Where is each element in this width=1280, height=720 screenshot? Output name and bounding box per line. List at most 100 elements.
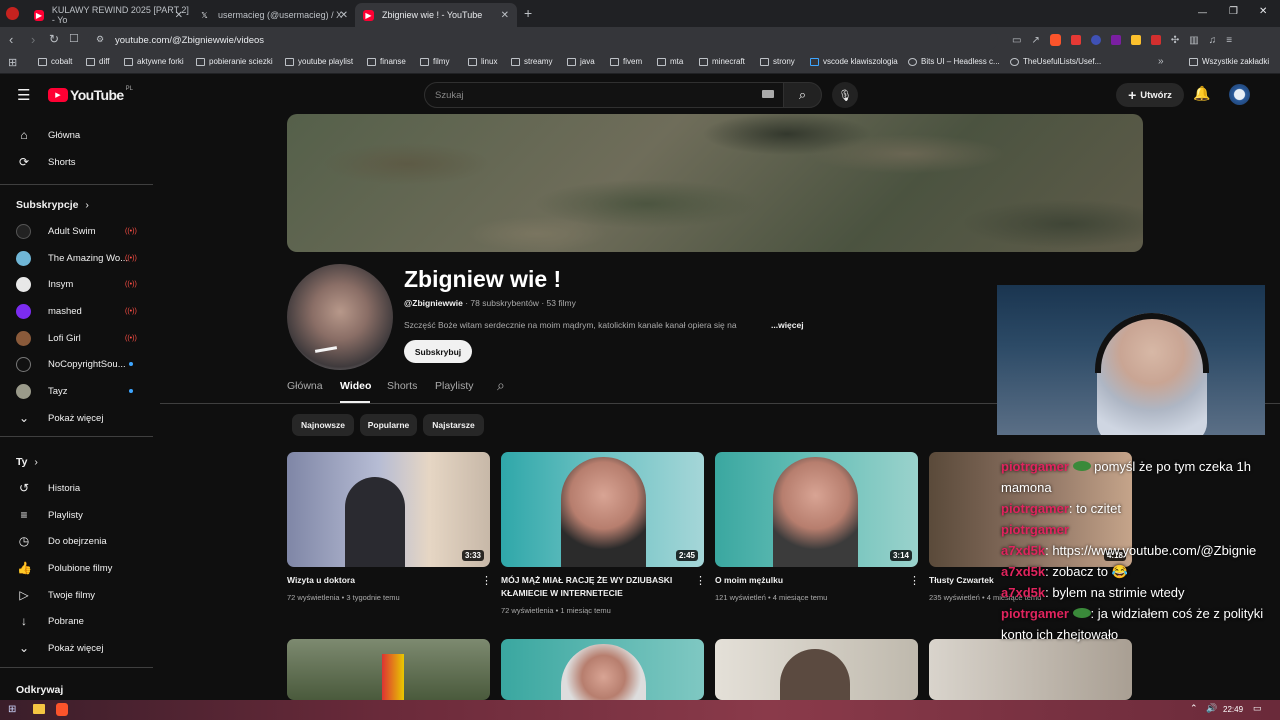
sidebar-item-history[interactable]: ↺ Historia	[0, 475, 153, 501]
more-bookmarks-icon[interactable]: »	[1158, 56, 1164, 67]
volume-icon[interactable]: 🔊	[1206, 703, 1217, 714]
browser-tab[interactable]: ▶ KULAWY REWIND 2025 [PART 2] - Yo ✕	[26, 3, 191, 27]
sidebar-item-your-videos[interactable]: ▷ Twoje filmy	[0, 582, 153, 608]
browser-tab[interactable]: 𝕏 usermacieg (@usermacieg) / X ✕	[191, 3, 356, 27]
new-tab-button[interactable]: +	[524, 5, 532, 21]
account-avatar[interactable]	[1229, 84, 1250, 105]
video-thumbnail[interactable]: 2:45	[501, 452, 704, 567]
bookmark-folder[interactable]: java	[567, 57, 595, 66]
show-more-subscriptions[interactable]: ⌄ Pokaż więcej	[0, 405, 153, 431]
bookmark-item[interactable]: aktywne forki	[124, 57, 184, 66]
subscription-item[interactable]: The Amazing Wo... ((•))	[0, 245, 153, 271]
sidebar-item-watch-later[interactable]: ◷ Do obejrzenia	[0, 528, 153, 554]
sidebar-icon[interactable]: ▥	[1189, 35, 1198, 46]
create-button[interactable]: + Utwórz	[1116, 83, 1184, 107]
youtube-logo[interactable]: ▶ YouTube PL	[48, 86, 133, 103]
bookmark-item[interactable]: Bits UI – Headless c...	[908, 57, 1000, 66]
video-title[interactable]: O moim mężulku	[715, 574, 895, 587]
video-thumbnail[interactable]	[715, 639, 918, 700]
tab-videos[interactable]: Wideo	[340, 380, 371, 392]
tab-shorts[interactable]: Shorts	[387, 380, 417, 392]
video-thumbnail[interactable]: 3:33	[287, 452, 490, 567]
more-actions-icon[interactable]: ⋮	[481, 574, 492, 587]
clock[interactable]: 22:49	[1223, 705, 1243, 714]
bookmark-item[interactable]: TheUsefulLists/Usef...	[1010, 57, 1101, 66]
tray-chevron-icon[interactable]: ⌃	[1190, 703, 1198, 714]
hamburger-menu-icon[interactable]: ☰	[17, 86, 30, 104]
bookmark-item[interactable]: pobieranie sciezki	[196, 57, 273, 66]
keyboard-icon[interactable]	[762, 90, 774, 98]
bookmark-item[interactable]: cobalt	[38, 57, 72, 66]
browser-profile-icon[interactable]	[6, 7, 19, 20]
more-actions-icon[interactable]: ⋮	[695, 574, 706, 587]
cast-icon[interactable]: ▭	[1012, 35, 1021, 46]
subscription-item[interactable]: Lofi Girl ((•))	[0, 325, 153, 351]
voice-search-button[interactable]: 🎙	[832, 82, 858, 108]
browser-tab-active[interactable]: ▶ Zbigniew wie ! - YouTube ✕	[355, 3, 517, 27]
extension-icon[interactable]	[1110, 35, 1121, 45]
chip-newest[interactable]: Najnowsze	[292, 414, 354, 436]
subscriptions-header[interactable]: Subskrypcje ›	[16, 199, 89, 211]
share-icon[interactable]: ↗	[1031, 35, 1039, 46]
subscription-item[interactable]: mashed ((•))	[0, 298, 153, 324]
extension-icon[interactable]	[1150, 35, 1161, 45]
back-icon[interactable]: ‹	[9, 32, 13, 47]
more-actions-icon[interactable]: ⋮	[909, 574, 920, 587]
puzzle-icon[interactable]: ✣	[1171, 35, 1179, 46]
chip-popular[interactable]: Popularne	[360, 414, 417, 436]
chip-oldest[interactable]: Najstarsze	[423, 414, 484, 436]
sidebar-item-playlists[interactable]: ≡ Playlisty	[0, 502, 153, 528]
close-window-button[interactable]: ✕	[1259, 6, 1267, 17]
bookmark-folder[interactable]: mta	[657, 57, 683, 66]
file-explorer-icon[interactable]	[33, 704, 45, 714]
you-header[interactable]: Ty ›	[16, 456, 38, 468]
tab-playlists[interactable]: Playlisty	[435, 380, 474, 392]
video-thumbnail[interactable]	[501, 639, 704, 700]
forward-icon[interactable]: ›	[31, 32, 35, 47]
search-button[interactable]: ⌕	[783, 82, 822, 108]
close-tab-icon[interactable]: ✕	[501, 10, 509, 21]
subscription-item[interactable]: Tayz	[0, 378, 153, 404]
bookmark-folder[interactable]: filmy	[420, 57, 449, 66]
music-icon[interactable]: ♫	[1209, 35, 1217, 46]
brave-shield-icon[interactable]	[1049, 34, 1061, 46]
menu-icon[interactable]: ≡	[1226, 35, 1232, 46]
minimize-button[interactable]: —	[1198, 7, 1207, 17]
bookmark-folder[interactable]: finanse	[367, 57, 406, 66]
all-bookmarks-folder[interactable]: Wszystkie zakładki	[1189, 57, 1269, 66]
channel-description[interactable]: Szczęść Boże witam serdecznie na moim mą…	[404, 320, 804, 330]
bookmark-folder[interactable]: strony	[760, 57, 795, 66]
bookmark-item[interactable]: youtube playlist	[285, 57, 353, 66]
channel-avatar-large[interactable]	[287, 264, 393, 370]
video-thumbnail[interactable]: 3:14	[715, 452, 918, 567]
close-tab-icon[interactable]: ✕	[175, 10, 183, 21]
channel-search-icon[interactable]: ⌕	[497, 377, 505, 394]
bookmark-icon[interactable]: ☐	[69, 32, 79, 45]
sidebar-item-home[interactable]: ⌂ Główna	[0, 122, 153, 148]
sidebar-item-downloads[interactable]: ↓ Pobrane	[0, 608, 153, 634]
bookmark-folder[interactable]: fivem	[610, 57, 642, 66]
tab-home[interactable]: Główna	[287, 380, 323, 392]
show-more-you[interactable]: ⌄ Pokaż więcej	[0, 635, 153, 661]
extension-icon[interactable]	[1070, 35, 1081, 45]
subscription-item[interactable]: Insym ((•))	[0, 271, 153, 297]
sidebar-item-shorts[interactable]: ⟳ Shorts	[0, 149, 153, 175]
video-title[interactable]: MÓJ MĄŻ MIAŁ RACJĘ ŻE WY DZIUBASKI KŁAMI…	[501, 574, 681, 600]
extension-icon[interactable]	[1130, 35, 1141, 45]
close-tab-icon[interactable]: ✕	[340, 10, 348, 21]
notifications-bell-icon[interactable]: 🔔	[1193, 85, 1210, 102]
extension-icon[interactable]	[1090, 35, 1101, 45]
bookmark-item[interactable]: diff	[86, 57, 110, 66]
video-thumbnail[interactable]	[287, 639, 490, 700]
bookmark-folder[interactable]: streamy	[511, 57, 552, 66]
sidebar-item-liked[interactable]: 👍 Polubione filmy	[0, 555, 153, 581]
bookmark-item[interactable]: vscode klawiszologia	[810, 57, 898, 66]
subscription-item[interactable]: NoCopyrightSou...	[0, 351, 153, 377]
restore-button[interactable]: ❐	[1229, 6, 1238, 17]
video-thumbnail[interactable]	[929, 639, 1132, 700]
site-info-icon[interactable]: ⚙	[96, 34, 104, 45]
brave-taskbar-icon[interactable]	[56, 703, 68, 716]
start-icon[interactable]: ⊞	[8, 704, 16, 715]
apps-icon[interactable]: ⊞	[8, 56, 17, 69]
address-bar[interactable]: ⚙ youtube.com/@Zbigniewwie/videos	[88, 30, 998, 50]
